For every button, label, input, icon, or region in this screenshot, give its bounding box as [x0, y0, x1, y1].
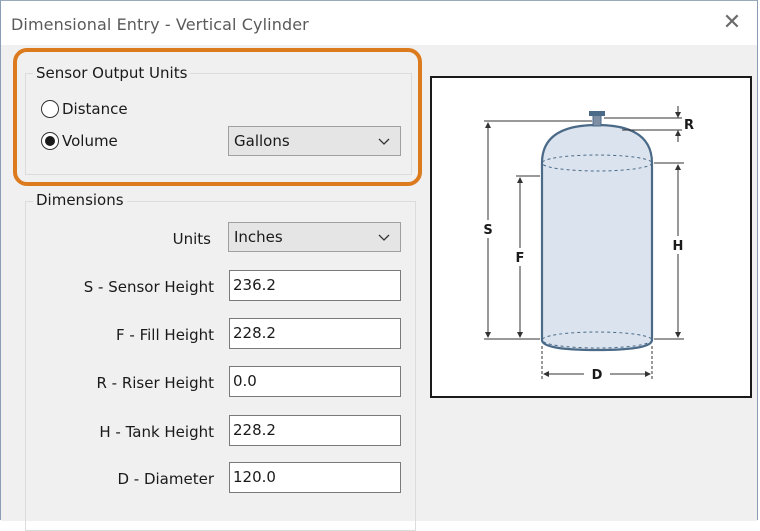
h-arrow-bottom — [675, 332, 681, 338]
s-arrow-bottom — [485, 332, 491, 338]
dimension-units-select[interactable]: Inches — [228, 222, 401, 252]
h-arrow-top — [675, 164, 681, 170]
s-arrow-top — [485, 122, 491, 128]
window-title: Dimensional Entry - Vertical Cylinder — [11, 15, 309, 34]
fill-height-label: F - Fill Height — [116, 326, 214, 344]
sensor-height-label: S - Sensor Height — [83, 278, 214, 296]
dimension-units-value: Inches — [234, 228, 283, 246]
r-arrow-top — [675, 112, 681, 118]
d-arrow-left — [543, 371, 549, 377]
riser-height-value: 0.0 — [233, 372, 257, 390]
riser-height-label: R - Riser Height — [96, 374, 214, 392]
d-label: D — [592, 368, 603, 383]
fill-height-value: 228.2 — [233, 324, 276, 342]
sensor-height-input[interactable]: 236.2 — [229, 270, 401, 301]
s-label: S — [483, 223, 492, 238]
d-arrow-right — [645, 371, 651, 377]
title-bar: Dimensional Entry - Vertical Cylinder ✕ — [1, 1, 757, 45]
r-label: R — [684, 118, 694, 133]
tank-height-input[interactable]: 228.2 — [229, 415, 401, 446]
tank-height-value: 228.2 — [233, 421, 276, 439]
r-arrow-bottom — [675, 130, 681, 136]
h-label: H — [673, 239, 684, 254]
dialog-window: Dimensional Entry - Vertical Cylinder ✕ … — [0, 0, 758, 531]
tank-body-shape — [540, 123, 654, 352]
units-label: Units — [172, 230, 211, 248]
sensor-height-value: 236.2 — [233, 276, 276, 294]
riser-height-input[interactable]: 0.0 — [229, 366, 401, 397]
diameter-value: 120.0 — [233, 468, 276, 486]
fill-height-input[interactable]: 228.2 — [229, 318, 401, 349]
dimensions-group-label: Dimensions — [33, 191, 127, 209]
sensor-cap-icon — [589, 111, 605, 116]
diameter-input[interactable]: 120.0 — [229, 462, 401, 493]
close-icon[interactable]: ✕ — [719, 10, 745, 36]
f-arrow-top — [517, 177, 523, 183]
chevron-down-icon — [378, 234, 390, 241]
f-label: F — [516, 251, 525, 266]
vertical-cylinder-illustration: S F R H D — [481, 106, 694, 383]
tank-diagram: S F R H D — [430, 76, 752, 398]
diameter-label: D - Diameter — [117, 470, 214, 488]
sensor-riser-icon — [592, 114, 602, 127]
highlight-callout — [13, 48, 422, 186]
tank-height-label: H - Tank Height — [99, 423, 214, 441]
f-arrow-bottom — [517, 332, 523, 338]
